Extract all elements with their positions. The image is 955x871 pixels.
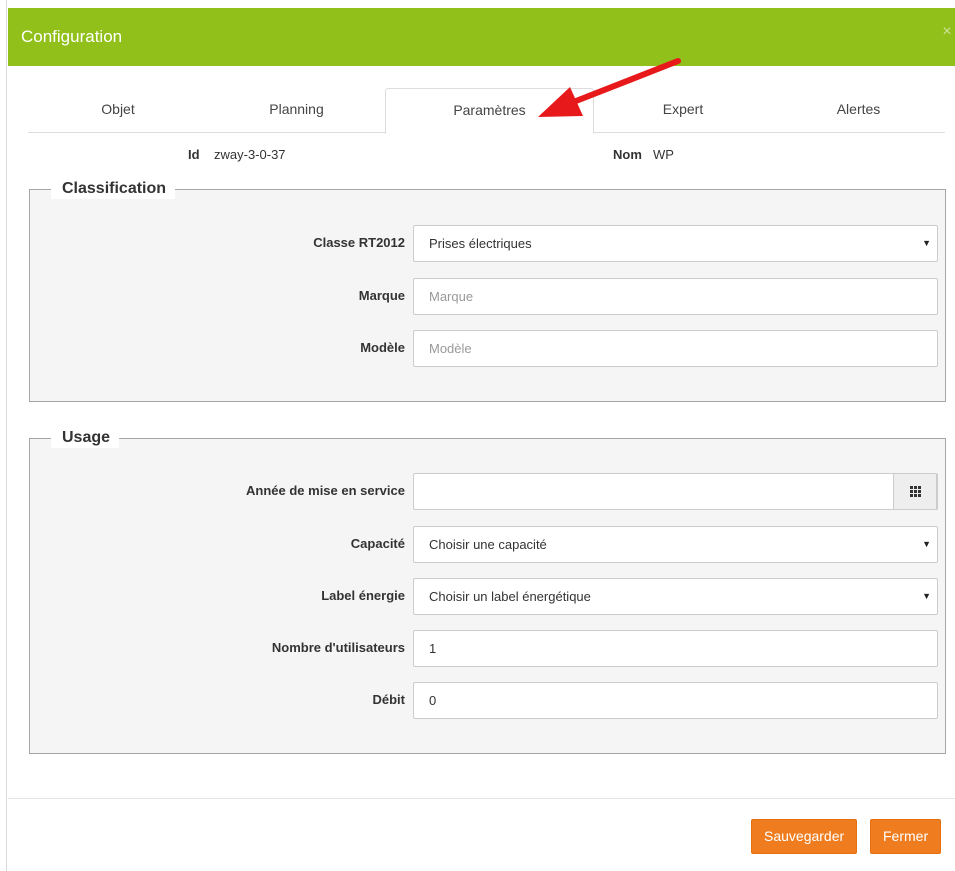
usage-fieldset: Usage Année de mise en service Capacité … xyxy=(29,428,946,754)
annee-input[interactable] xyxy=(413,473,938,510)
label-energie-value: Choisir un label énergétique xyxy=(429,589,591,604)
nom-label: Nom xyxy=(613,147,642,162)
classe-rt2012-value: Prises électriques xyxy=(429,236,532,251)
footer-divider xyxy=(8,798,955,799)
tab-bar: Objet Planning Paramètres Expert Alertes xyxy=(28,88,945,134)
capacite-select[interactable]: Choisir une capacité ▼ xyxy=(413,526,938,563)
nombre-utilisateurs-label: Nombre d'utilisateurs xyxy=(271,640,405,655)
grid-icon xyxy=(909,486,921,497)
classification-fieldset: Classification Classe RT2012 Prises élec… xyxy=(29,179,946,402)
modal-title: Configuration xyxy=(21,27,123,46)
usage-legend: Usage xyxy=(51,428,120,448)
id-value: zway-3-0-37 xyxy=(214,147,286,162)
configuration-modal: Configuration × Objet Planning Paramètre… xyxy=(8,8,955,871)
close-icon[interactable]: × xyxy=(939,22,955,42)
modal-header: Configuration × xyxy=(8,8,955,66)
classe-rt2012-select[interactable]: Prises électriques ▼ xyxy=(413,225,938,262)
classe-rt2012-label: Classe RT2012 xyxy=(313,235,405,250)
nombre-utilisateurs-input[interactable]: 1 xyxy=(413,630,938,667)
debit-label: Débit xyxy=(372,692,406,707)
close-button[interactable]: Fermer xyxy=(870,819,942,854)
capacite-value: Choisir une capacité xyxy=(429,537,547,552)
caret-down-icon: ▼ xyxy=(922,238,931,248)
label-energie-select[interactable]: Choisir un label énergétique ▼ xyxy=(413,578,938,615)
debit-input[interactable]: 0 xyxy=(413,682,938,719)
classification-legend: Classification xyxy=(51,179,176,199)
capacite-label: Capacité xyxy=(350,536,405,551)
tab-objet[interactable]: Objet xyxy=(28,88,208,133)
marque-input[interactable]: Marque xyxy=(413,278,938,315)
caret-down-icon: ▼ xyxy=(922,539,931,549)
calendar-button[interactable] xyxy=(893,473,937,510)
tab-expert[interactable]: Expert xyxy=(594,88,772,133)
save-button[interactable]: Sauvegarder xyxy=(751,819,858,854)
nom-value: WP xyxy=(653,147,674,162)
caret-down-icon: ▼ xyxy=(922,591,931,601)
label-energie-label: Label énergie xyxy=(321,588,405,603)
id-label: Id xyxy=(188,147,200,162)
modele-label: Modèle xyxy=(360,340,405,355)
annee-label: Année de mise en service xyxy=(246,483,405,498)
page-edge xyxy=(0,0,8,871)
tab-planning[interactable]: Planning xyxy=(208,88,385,133)
tab-parametres[interactable]: Paramètres xyxy=(385,88,594,134)
tab-alertes[interactable]: Alertes xyxy=(772,88,945,133)
marque-label: Marque xyxy=(358,288,405,303)
modele-input[interactable]: Modèle xyxy=(413,330,938,367)
